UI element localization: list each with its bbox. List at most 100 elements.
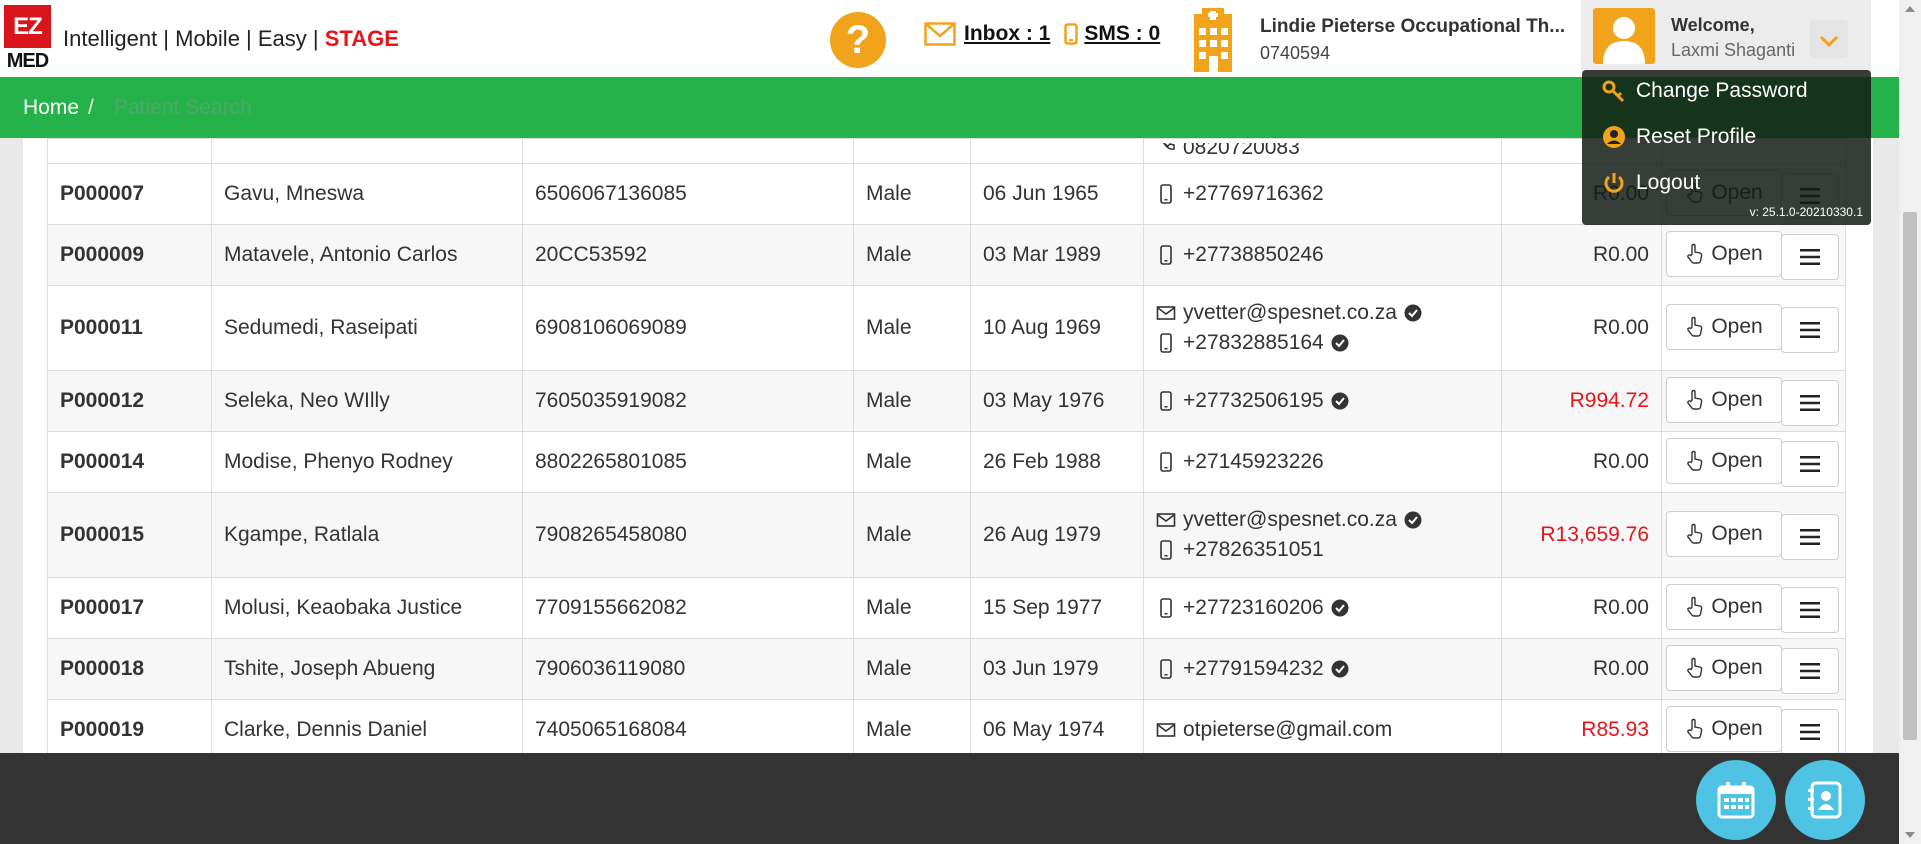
tagline-text: Intelligent | Mobile | Easy | (63, 26, 325, 51)
email-line: yvetter@spesnet.co.za (1156, 298, 1489, 328)
table-row[interactable]: P000011 Sedumedi, Raseipati 6908106069089 M… (47, 285, 1846, 371)
key-icon (1602, 80, 1625, 103)
user-panel[interactable]: Welcome, Laxmi Shaganti (1581, 0, 1871, 72)
row-menu-button[interactable] (1781, 708, 1839, 753)
balance: R85.93 (1501, 699, 1662, 753)
open-button[interactable]: Open (1666, 510, 1782, 557)
partial-phone: 0820720083 (1183, 143, 1300, 159)
menu-bars-icon (1800, 528, 1820, 545)
balance: R0.00 (1501, 285, 1662, 371)
table-row[interactable]: P000019 Clarke, Dennis Daniel 740506516808… (47, 699, 1846, 753)
row-actions: Open (1661, 638, 1846, 700)
verified-check-icon (1331, 599, 1349, 617)
inbox-link[interactable]: Inbox : 1 (964, 22, 1050, 46)
table-row-partial: 0820720083 (47, 138, 1846, 164)
scroll-up-arrow-icon[interactable] (1905, 6, 1915, 12)
email-value: yvetter@spesnet.co.za (1183, 301, 1397, 324)
patient-name: Molusi, Keaobaka Justice (211, 577, 523, 639)
id-number: 20CC53592 (522, 224, 854, 286)
gender: Male (853, 163, 971, 225)
table-row[interactable]: P000017 Molusi, Keaobaka Justice 770915566… (47, 577, 1846, 639)
contacts-button[interactable] (1785, 760, 1865, 840)
change-password-item[interactable]: Change Password (1602, 79, 1808, 103)
open-button[interactable]: Open (1666, 644, 1782, 691)
ezmed-logo[interactable]: EZ MED (4, 5, 51, 73)
sms-link[interactable]: SMS : 0 (1084, 22, 1160, 46)
phone-value: +27723160206 (1183, 596, 1324, 619)
clinic-info[interactable]: Lindie Pieterse Occupational Th... 07405… (1260, 16, 1570, 64)
menu-bars-icon (1800, 248, 1820, 265)
open-button[interactable]: Open (1666, 303, 1782, 350)
scroll-down-arrow-icon[interactable] (1905, 832, 1915, 838)
change-password-label: Change Password (1636, 79, 1808, 102)
row-menu-button[interactable] (1781, 233, 1839, 280)
row-menu-button[interactable] (1781, 513, 1839, 560)
row-menu-button[interactable] (1781, 586, 1839, 633)
user-name: Laxmi Shaganti (1671, 40, 1796, 60)
open-button[interactable]: Open (1666, 705, 1782, 752)
reset-profile-item[interactable]: Reset Profile (1602, 125, 1756, 149)
open-button[interactable]: Open (1666, 437, 1782, 484)
row-actions: Open (1661, 699, 1846, 753)
open-label: Open (1711, 448, 1763, 472)
mobile-phone-icon (1160, 333, 1172, 353)
date-of-birth: 06 May 1974 (970, 699, 1144, 753)
balance: R0.00 (1501, 577, 1662, 639)
patient-id: P000019 (47, 699, 212, 753)
open-button[interactable]: Open (1666, 230, 1782, 277)
calendar-button[interactable] (1696, 760, 1776, 840)
date-of-birth: 03 Jun 1979 (970, 638, 1144, 700)
user-menu-toggle[interactable] (1810, 20, 1848, 58)
phone-value: +27769716362 (1183, 182, 1324, 205)
logout-item[interactable]: Logout (1602, 171, 1700, 195)
mobile-phone-icon (1160, 659, 1172, 679)
phone-icon (1162, 143, 1175, 150)
tagline: Intelligent | Mobile | Easy | STAGE (63, 26, 399, 52)
row-menu-button[interactable] (1781, 306, 1839, 353)
row-menu-button[interactable] (1781, 379, 1839, 426)
contact-details: +27732506195 (1143, 370, 1502, 432)
table-row[interactable]: P000007 Gavu, Mneswa 6506067136085 Male 06 J… (47, 163, 1846, 225)
date-of-birth: 26 Aug 1979 (970, 492, 1144, 578)
logo-med: MED (6, 50, 49, 72)
table-row[interactable]: P000018 Tshite, Joseph Abueng 790603611908… (47, 638, 1846, 700)
open-label: Open (1711, 594, 1763, 618)
patient-name: Clarke, Dennis Daniel (211, 699, 523, 753)
help-button[interactable]: ? (830, 12, 886, 68)
id-number: 7906036119080 (522, 638, 854, 700)
row-menu-button[interactable] (1781, 647, 1839, 694)
vertical-scrollbar[interactable] (1899, 0, 1921, 844)
phone-line: +27826351051 (1156, 535, 1489, 565)
contact-details: yvetter@spesnet.co.za +27826351051 (1143, 492, 1502, 578)
menu-bars-icon (1800, 662, 1820, 679)
contact-details: +27769716362 (1143, 163, 1502, 225)
power-icon (1604, 173, 1624, 193)
welcome-label: Welcome, (1671, 15, 1755, 35)
patient-id: P000009 (47, 224, 212, 286)
hospital-building-icon (1194, 8, 1232, 72)
open-button[interactable]: Open (1666, 583, 1782, 630)
id-number: 7908265458080 (522, 492, 854, 578)
table-row[interactable]: P000015 Kgampe, Ratlala 7908265458080 Male 2… (47, 492, 1846, 578)
table-row[interactable]: P000012 Seleka, Neo WIlly 7605035919082 Mal… (47, 370, 1846, 432)
contact-details: +27145923226 (1143, 431, 1502, 493)
table-row[interactable]: P000014 Modise, Phenyo Rodney 880226580108… (47, 431, 1846, 493)
contact-details: +27723160206 (1143, 577, 1502, 639)
phone-value: +27738850246 (1183, 243, 1324, 266)
open-label: Open (1711, 241, 1763, 265)
table-row[interactable]: P000009 Matavele, Antonio Carlos 20CC53592… (47, 224, 1846, 286)
row-menu-button[interactable] (1781, 440, 1839, 487)
hand-pointer-icon (1687, 450, 1703, 471)
page: EZ MED Intelligent | Mobile | Easy | STA… (0, 0, 1921, 844)
row-actions: Open (1661, 285, 1846, 371)
patient-id: P000014 (47, 431, 212, 493)
patient-table: 0820720083 P000007 Gavu, Mneswa 6506067136… (47, 138, 1846, 753)
scroll-thumb[interactable] (1903, 212, 1917, 740)
id-number: 7405065168084 (522, 699, 854, 753)
chevron-down-icon (1819, 35, 1839, 48)
open-button[interactable]: Open (1666, 376, 1782, 423)
breadcrumb-home-link[interactable]: Home (23, 96, 79, 120)
patient-id: P000017 (47, 577, 212, 639)
hand-pointer-icon (1687, 523, 1703, 544)
envelope-icon (1156, 306, 1176, 320)
